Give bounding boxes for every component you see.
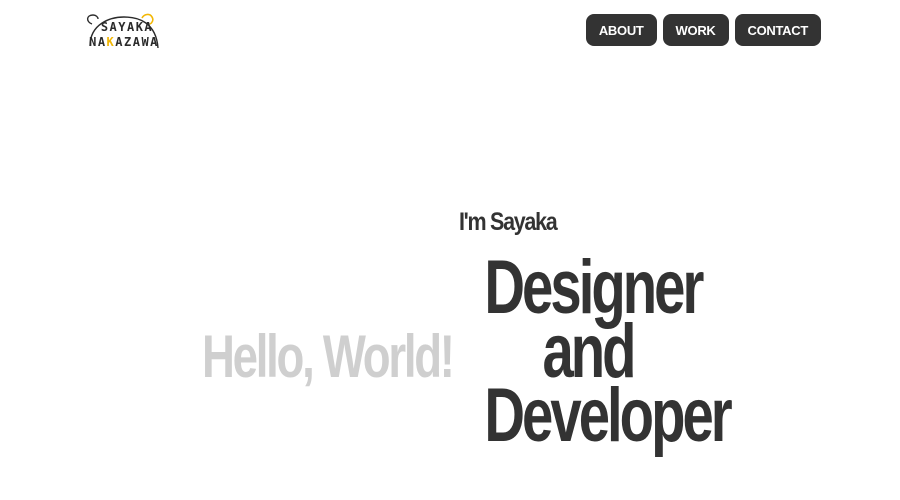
main-nav: ABOUT WORK CONTACT — [585, 14, 821, 46]
logo-text-line2: NAKAZAWA — [89, 35, 159, 49]
logo-highlight-letter: K — [106, 35, 116, 49]
site-logo[interactable]: SAYAKA NAKAZAWA — [84, 12, 164, 52]
hero-intro: I'm Sayaka — [459, 208, 558, 236]
page: SAYAKA NAKAZAWA ABOUT WORK CONTACT I'm S… — [0, 0, 900, 500]
hero-role-title: Designer and Developer — [448, 250, 732, 458]
nav-work-button[interactable]: WORK — [662, 14, 729, 46]
role-line-developer: Developer — [484, 373, 732, 458]
nav-contact-button[interactable]: CONTACT — [734, 14, 821, 46]
nav-about-button[interactable]: ABOUT — [585, 14, 657, 46]
logo-text-line1: SAYAKA — [100, 20, 154, 34]
hero-background-text: Hello, World! — [202, 323, 455, 390]
